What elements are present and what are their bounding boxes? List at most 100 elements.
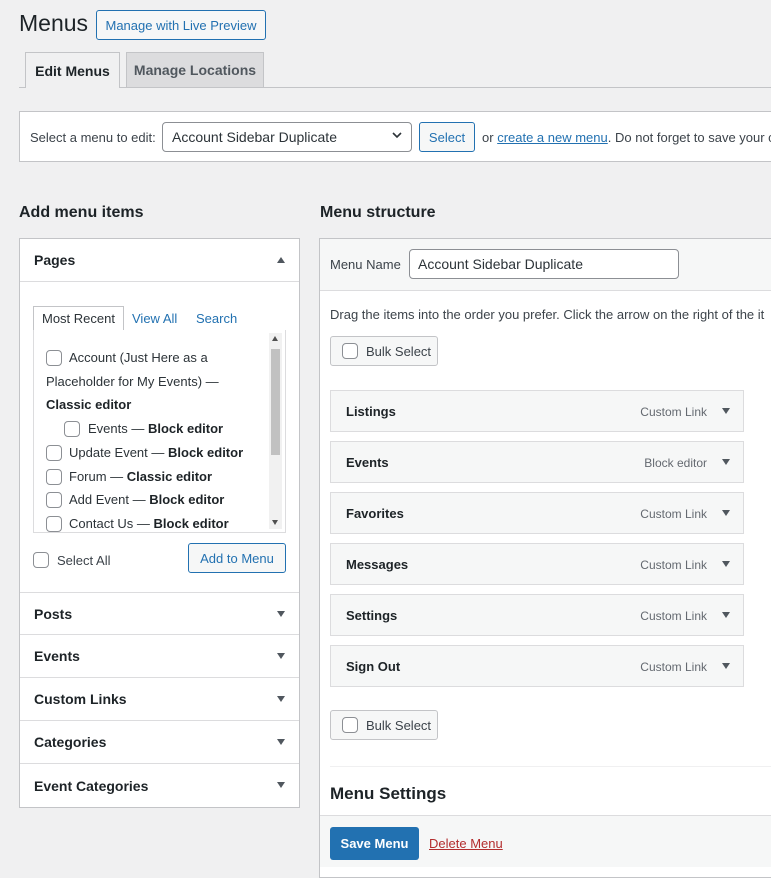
scrollbar-thumb[interactable] <box>271 349 280 455</box>
page-editor-label: Classic editor <box>46 397 132 412</box>
expand-arrow-icon[interactable] <box>722 663 730 669</box>
page-title-text: Events <box>88 421 128 436</box>
bulk-select-label: Bulk Select <box>366 717 432 733</box>
triangle-down-icon <box>277 696 285 702</box>
select-hint: or create a new menu. Do not forget to s… <box>482 130 771 145</box>
page-title-text: Add Event <box>69 492 129 507</box>
menu-item-favorites[interactable]: Favorites Custom Link <box>330 492 744 534</box>
select-button[interactable]: Select <box>419 122 475 152</box>
select-all-checkbox[interactable] <box>33 552 49 568</box>
add-to-menu-button[interactable]: Add to Menu <box>188 543 286 573</box>
live-preview-button[interactable]: Manage with Live Preview <box>96 10 266 40</box>
page-checkbox[interactable] <box>46 445 62 461</box>
triangle-down-icon <box>277 739 285 745</box>
accordion-pages-label: Pages <box>34 252 76 268</box>
accordion-pages[interactable]: Pages <box>20 239 299 282</box>
page-checkbox[interactable] <box>46 492 62 508</box>
or-text: or <box>482 130 494 145</box>
bulk-select-checkbox[interactable] <box>342 343 358 359</box>
menu-item-type: Custom Link <box>640 558 707 572</box>
save-menu-button[interactable]: Save Menu <box>330 827 419 860</box>
page-checkbox[interactable] <box>46 516 62 532</box>
scroll-up-arrow-icon[interactable] <box>272 336 278 341</box>
accordion-events-label: Events <box>34 648 80 664</box>
page-checkbox[interactable] <box>64 421 80 437</box>
menu-item-messages[interactable]: Messages Custom Link <box>330 543 744 585</box>
menu-item-type: Custom Link <box>640 660 707 674</box>
page-editor-label: Block editor <box>153 516 229 531</box>
expand-arrow-icon[interactable] <box>722 459 730 465</box>
page-checkbox[interactable] <box>46 350 62 366</box>
bulk-select-bottom[interactable]: Bulk Select <box>330 710 438 740</box>
menu-item-title: Messages <box>346 556 409 572</box>
separator: — <box>127 421 148 436</box>
menu-item-title: Settings <box>346 607 398 623</box>
page-editor-label: Block editor <box>168 445 244 460</box>
tabs-divider <box>19 87 771 88</box>
accordion-custom-links[interactable]: Custom Links <box>20 678 299 721</box>
page-title-text: Contact Us <box>69 516 134 531</box>
triangle-up-icon <box>277 257 285 263</box>
menu-select-value: Account Sidebar Duplicate <box>172 129 337 145</box>
accordion-events[interactable]: Events <box>20 635 299 678</box>
expand-arrow-icon[interactable] <box>722 408 730 414</box>
page-title-text: Forum <box>69 469 107 484</box>
menu-select-dropdown[interactable]: Account Sidebar Duplicate <box>162 122 412 152</box>
bulk-select-top[interactable]: Bulk Select <box>330 336 438 366</box>
menu-item-title: Listings <box>346 403 396 419</box>
menu-item-events[interactable]: Events Block editor <box>330 441 744 483</box>
menu-item-type: Custom Link <box>640 609 707 623</box>
tab-manage-locations[interactable]: Manage Locations <box>126 52 264 87</box>
menu-item-sign-out[interactable]: Sign Out Custom Link <box>330 645 744 687</box>
expand-arrow-icon[interactable] <box>722 561 730 567</box>
menu-item-settings[interactable]: Settings Custom Link <box>330 594 744 636</box>
accordion-categories[interactable]: Categories <box>20 721 299 764</box>
menu-item-type: Block editor <box>644 456 707 470</box>
add-menu-items-heading: Add menu items <box>19 204 144 221</box>
list-item-cont: Placeholder for My Events) — <box>46 370 219 394</box>
separator: — <box>133 516 154 531</box>
tab-view-all[interactable]: View All <box>132 306 177 331</box>
accordion-event-categories[interactable]: Event Categories <box>20 764 299 807</box>
page-editor-label: Block editor <box>149 492 225 507</box>
bulk-select-checkbox[interactable] <box>342 717 358 733</box>
expand-arrow-icon[interactable] <box>722 510 730 516</box>
page-title-text: Update Event <box>69 445 148 460</box>
accordion-categories-label: Categories <box>34 734 107 750</box>
menu-item-title: Favorites <box>346 505 404 521</box>
page-title-line: Placeholder for My Events) — <box>46 374 219 389</box>
tab-most-recent[interactable]: Most Recent <box>33 306 124 331</box>
tab-edit-menus[interactable]: Edit Menus <box>25 52 120 88</box>
menu-settings-heading: Menu Settings <box>330 784 447 803</box>
page-checkbox[interactable] <box>46 469 62 485</box>
create-new-menu-link[interactable]: create a new menu <box>497 130 608 145</box>
accordion-custom-links-label: Custom Links <box>34 691 127 707</box>
separator: — <box>129 492 150 507</box>
triangle-down-icon <box>277 653 285 659</box>
bulk-select-label: Bulk Select <box>366 343 432 359</box>
list-item: Account (Just Here as a <box>69 346 208 370</box>
scroll-down-arrow-icon[interactable] <box>272 520 278 525</box>
menu-item-type: Custom Link <box>640 507 707 521</box>
menu-item-listings[interactable]: Listings Custom Link <box>330 390 744 432</box>
delete-menu-link[interactable]: Delete Menu <box>429 836 503 851</box>
list-item: Events — Block editor <box>88 417 223 441</box>
list-item: Forum — Classic editor <box>69 465 212 489</box>
list-item: Update Event — Block editor <box>69 441 243 465</box>
chevron-down-icon <box>392 132 402 139</box>
page-title: Menus <box>19 10 89 36</box>
expand-arrow-icon[interactable] <box>722 612 730 618</box>
menu-name-value: Account Sidebar Duplicate <box>418 256 583 272</box>
triangle-down-icon <box>277 611 285 617</box>
menu-item-title: Events <box>346 454 389 470</box>
list-item-cont: Classic editor <box>46 393 131 417</box>
menu-item-title: Sign Out <box>346 658 401 674</box>
tab-search[interactable]: Search <box>196 306 237 331</box>
accordion-posts[interactable]: Posts <box>20 592 299 635</box>
accordion-event-categories-label: Event Categories <box>34 777 149 794</box>
separator: — <box>106 469 127 484</box>
divider <box>330 766 771 767</box>
triangle-down-icon <box>277 782 285 788</box>
menu-name-input[interactable]: Account Sidebar Duplicate <box>409 249 679 279</box>
select-all-label: Select All <box>57 553 111 568</box>
